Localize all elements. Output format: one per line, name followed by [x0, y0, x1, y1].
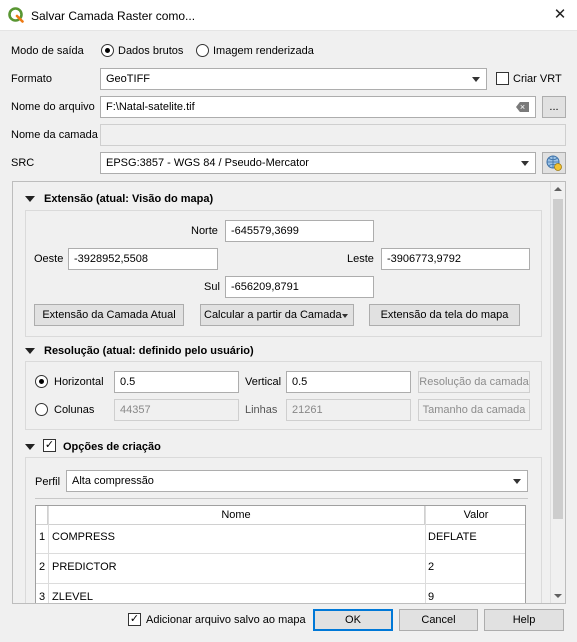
column-header-name[interactable]: Nome	[48, 506, 425, 525]
vertical-label: Vertical	[245, 376, 282, 388]
format-value: GeoTIFF	[106, 73, 151, 85]
cell-name[interactable]: COMPRESS	[52, 531, 115, 543]
crs-value: EPSG:3857 - WGS 84 / Pseudo-Mercator	[106, 157, 309, 169]
filename-input[interactable]: F:\Natal-satelite.tif ×	[100, 96, 536, 118]
radio-raw-data[interactable]	[101, 44, 114, 57]
layer-size-button[interactable]: Tamanho da camada	[418, 399, 530, 421]
cell-name[interactable]: ZLEVEL	[52, 591, 93, 603]
current-layer-extent-button[interactable]: Extensão da Camada Atual	[34, 304, 184, 326]
chevron-down-icon	[342, 314, 348, 318]
crs-label: SRC	[11, 157, 35, 169]
resolution-group: Horizontal 0.5 Vertical 0.5 Resolução da…	[25, 361, 542, 430]
extent-section-title: Extensão (atual: Visão do mapa)	[44, 193, 214, 205]
clear-text-icon[interactable]: ×	[516, 102, 529, 112]
west-label: Oeste	[34, 253, 64, 265]
calculate-from-layer-label: Calcular a partir da Camada	[204, 309, 342, 321]
options-scroll-panel[interactable]: Extensão (atual: Visão do mapa) Norte -6…	[12, 181, 566, 604]
rows-label: Linhas	[245, 404, 278, 416]
output-mode-label: Modo de saída	[11, 45, 84, 57]
divider	[36, 553, 525, 554]
close-icon[interactable]: ✕	[550, 5, 570, 25]
radio-raw-data-label: Dados brutos	[118, 45, 184, 57]
collapse-creation-options-icon[interactable]	[25, 444, 35, 450]
east-label: Leste	[347, 253, 374, 265]
layer-name-label: Nome da camada	[11, 129, 98, 141]
chevron-down-icon	[513, 479, 521, 484]
creation-options-table[interactable]: Nome Valor 1 COMPRESS DEFLATE 2 PREDICTO…	[35, 505, 526, 603]
resolution-section-title: Resolução (atual: definido pelo usuário)	[44, 345, 254, 357]
divider	[35, 498, 528, 499]
table-corner	[36, 506, 48, 525]
crs-combo[interactable]: EPSG:3857 - WGS 84 / Pseudo-Mercator	[100, 152, 536, 174]
cell-value[interactable]: 2	[428, 561, 434, 573]
columns-input[interactable]: 44357	[114, 399, 239, 421]
radio-columns[interactable]	[35, 403, 48, 416]
layer-name-input[interactable]	[100, 124, 566, 146]
title-bar: Salvar Camada Raster como... ✕	[0, 0, 577, 31]
row-number: 1	[38, 531, 46, 543]
creation-options-checkbox[interactable]: ✓	[43, 439, 56, 452]
create-vrt-label: Criar VRT	[513, 73, 562, 85]
map-canvas-extent-button[interactable]: Extensão da tela do mapa	[369, 304, 520, 326]
create-vrt-checkbox[interactable]	[496, 72, 509, 85]
columns-label: Colunas	[54, 404, 95, 416]
north-label: Norte	[191, 225, 218, 237]
add-to-map-checkbox[interactable]: ✓	[128, 613, 141, 626]
collapse-resolution-icon[interactable]	[25, 348, 35, 354]
scroll-up-icon[interactable]	[554, 187, 562, 191]
cancel-button[interactable]: Cancel	[399, 609, 478, 631]
north-input[interactable]: -645579,3699	[225, 220, 374, 242]
qgis-logo-icon	[8, 7, 24, 23]
rows-input[interactable]: 21261	[286, 399, 411, 421]
chevron-down-icon	[521, 161, 529, 166]
extent-group: Norte -645579,3699 Oeste -3928952,5508 L…	[25, 210, 542, 337]
layer-resolution-button[interactable]: Resolução da camada	[418, 371, 530, 393]
filename-value: F:\Natal-satelite.tif	[106, 101, 195, 113]
horizontal-label: Horizontal	[54, 376, 104, 388]
radio-rendered-image[interactable]	[196, 44, 209, 57]
profile-combo[interactable]: Alta compressão	[66, 470, 528, 492]
profile-label: Perfil	[35, 476, 61, 488]
radio-horizontal[interactable]	[35, 375, 48, 388]
collapse-extent-icon[interactable]	[25, 196, 35, 202]
creation-options-title: Opções de criação	[63, 441, 161, 453]
add-to-map-label: Adicionar arquivo salvo ao mapa	[146, 614, 306, 626]
radio-rendered-image-label: Imagem renderizada	[213, 45, 314, 57]
window-title: Salvar Camada Raster como...	[31, 9, 196, 23]
west-input[interactable]: -3928952,5508	[68, 248, 218, 270]
vertical-scrollbar[interactable]	[550, 182, 565, 603]
horizontal-input[interactable]: 0.5	[114, 371, 239, 393]
row-number: 3	[38, 591, 46, 603]
scroll-down-icon[interactable]	[554, 594, 562, 598]
help-button[interactable]: Help	[484, 609, 564, 631]
south-input[interactable]: -656209,8791	[225, 276, 374, 298]
ok-button[interactable]: OK	[313, 609, 393, 631]
crs-selector-button[interactable]	[542, 152, 566, 174]
profile-value: Alta compressão	[72, 475, 154, 487]
chevron-down-icon	[472, 77, 480, 82]
column-header-value[interactable]: Valor	[425, 506, 525, 525]
row-number: 2	[38, 561, 46, 573]
divider	[425, 506, 426, 603]
calculate-from-layer-button[interactable]: Calcular a partir da Camada	[200, 304, 354, 326]
cell-name[interactable]: PREDICTOR	[52, 561, 117, 573]
divider	[48, 506, 49, 603]
vertical-input[interactable]: 0.5	[286, 371, 411, 393]
browse-button[interactable]: ...	[542, 96, 566, 118]
filename-label: Nome do arquivo	[11, 101, 95, 113]
divider	[36, 583, 525, 584]
south-label: Sul	[204, 281, 220, 293]
cell-value[interactable]: DEFLATE	[428, 531, 477, 543]
format-combo[interactable]: GeoTIFF	[100, 68, 487, 90]
east-input[interactable]: -3906773,9792	[381, 248, 530, 270]
scroll-thumb[interactable]	[553, 199, 563, 519]
cell-value[interactable]: 9	[428, 591, 434, 603]
crs-selector-icon	[545, 155, 563, 175]
format-label: Formato	[11, 73, 52, 85]
